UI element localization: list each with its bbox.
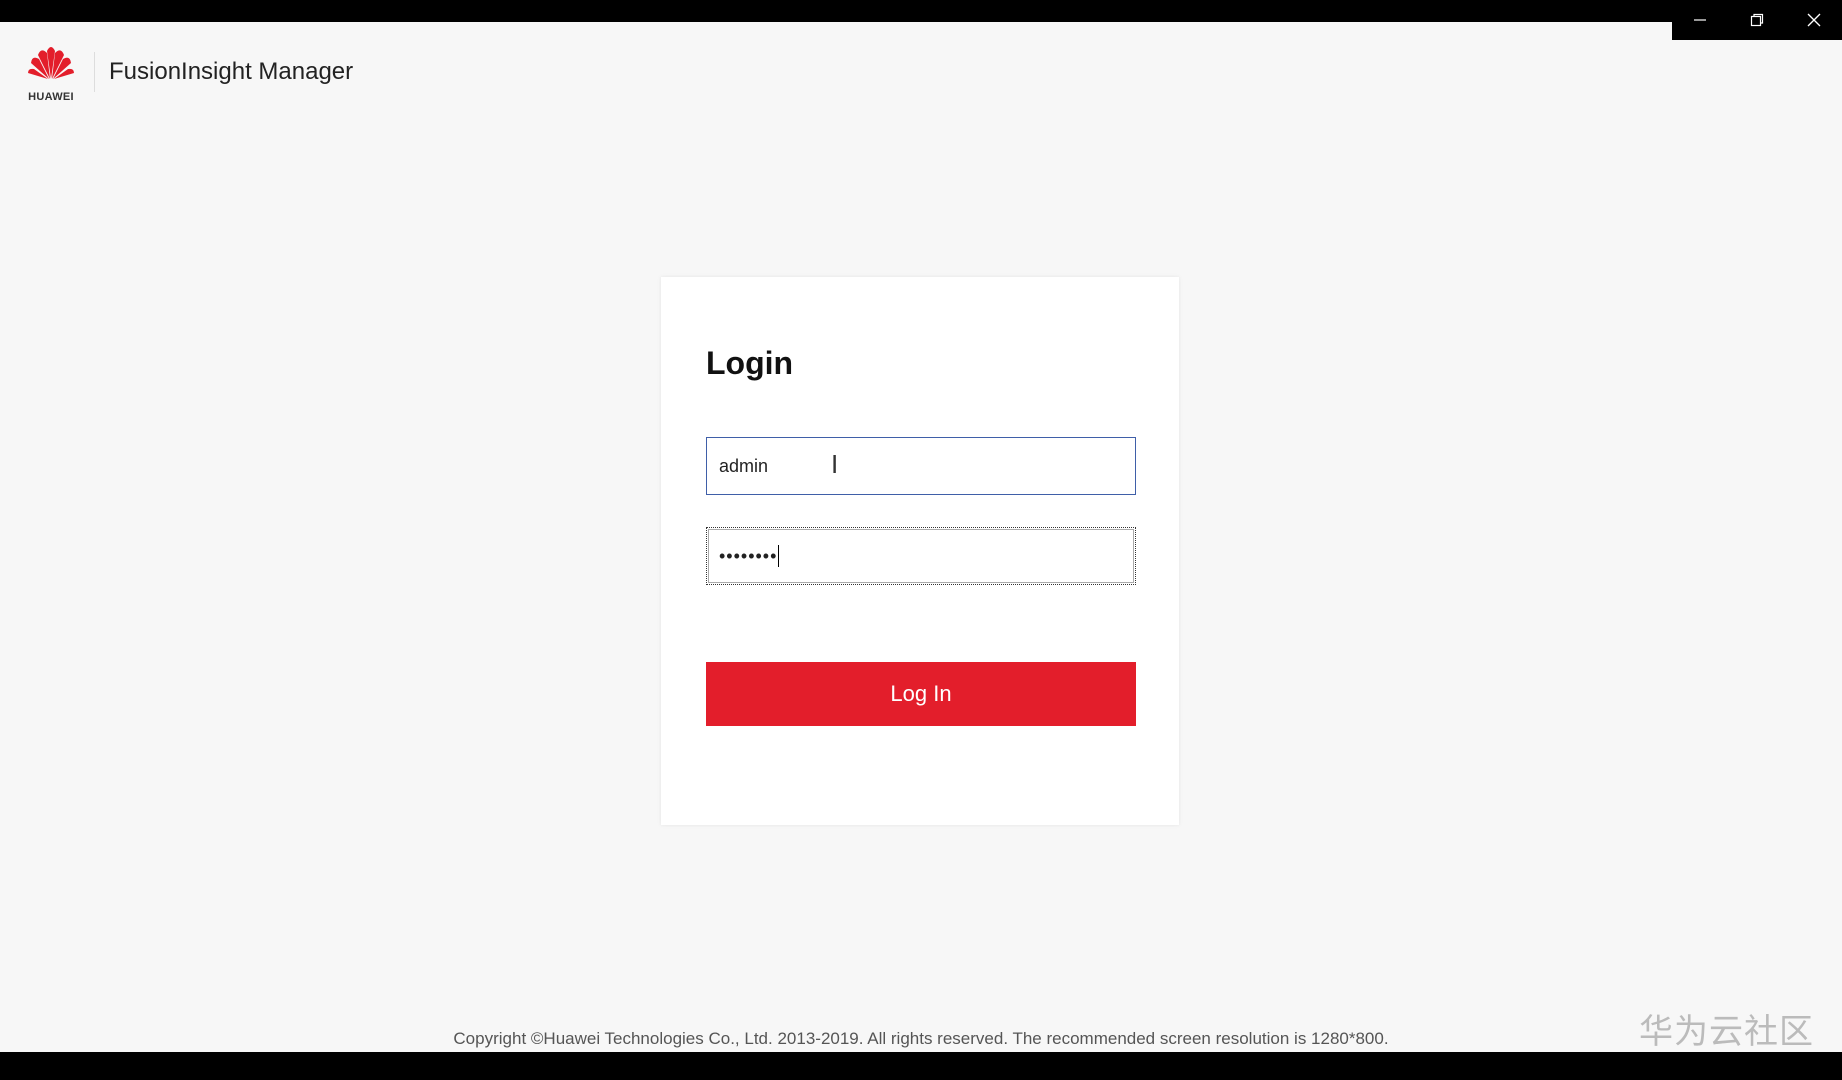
- minimize-icon[interactable]: [1680, 0, 1720, 40]
- watermark: 华为云社区: [1639, 1012, 1814, 1052]
- password-input[interactable]: ••••••••: [706, 527, 1136, 585]
- huawei-flower-icon: [26, 41, 76, 93]
- window-top-bar: [0, 0, 1842, 22]
- window-bottom-bar: [0, 1052, 1842, 1080]
- window-controls: [1672, 0, 1842, 40]
- app-header: HUAWEI FusionInsight Manager: [26, 41, 354, 103]
- close-icon[interactable]: [1794, 0, 1834, 40]
- restore-icon[interactable]: [1737, 0, 1777, 40]
- login-card: Login admin I •••••••• Log In: [661, 277, 1179, 825]
- text-cursor-icon: I: [831, 449, 839, 479]
- login-button[interactable]: Log In: [706, 662, 1136, 726]
- header-divider: [94, 52, 95, 92]
- app-screen: HUAWEI FusionInsight Manager Login admin…: [0, 22, 1842, 1052]
- username-value: admin: [719, 455, 769, 476]
- huawei-logo: HUAWEI: [26, 41, 76, 103]
- login-title: Login: [706, 345, 794, 381]
- text-caret: [778, 545, 780, 567]
- password-value: ••••••••: [719, 545, 778, 566]
- username-input[interactable]: admin: [706, 437, 1136, 495]
- app-title: FusionInsight Manager: [109, 58, 354, 85]
- copyright-footer: Copyright ©Huawei Technologies Co., Ltd.…: [453, 1029, 1389, 1048]
